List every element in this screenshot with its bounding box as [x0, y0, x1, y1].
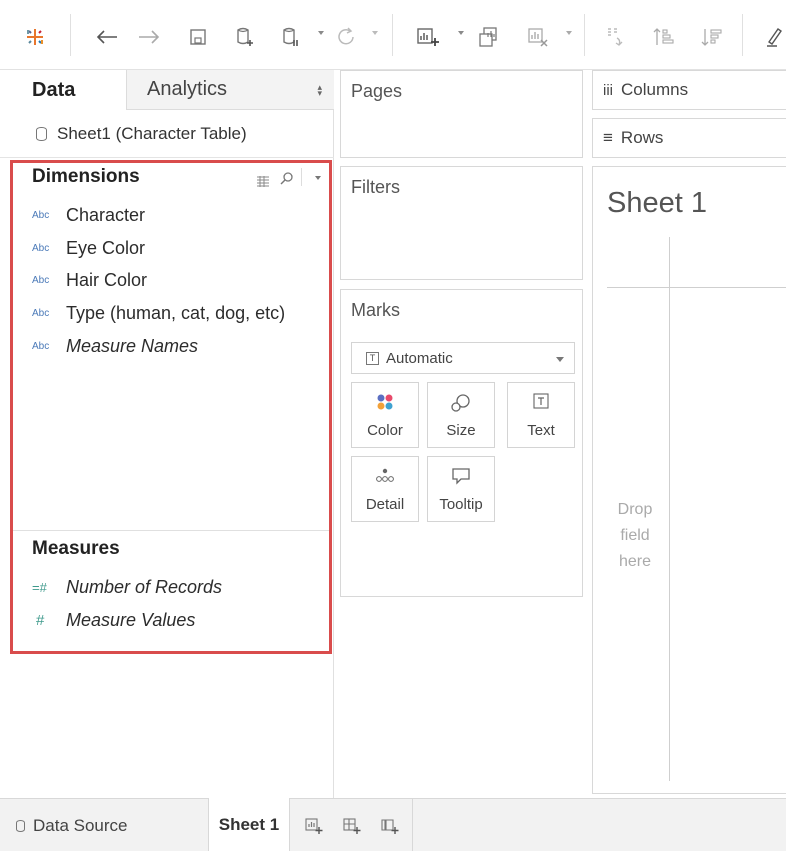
columns-shelf[interactable]: iii Columns	[592, 70, 786, 110]
duplicate-sheet-icon[interactable]	[476, 24, 500, 50]
database-icon	[16, 819, 25, 832]
string-type-icon: Abc	[32, 340, 50, 352]
filters-title: Filters	[351, 177, 400, 197]
dimension-field-character[interactable]: Abc Character	[32, 200, 145, 230]
section-divider	[13, 530, 329, 531]
database-icon	[36, 126, 47, 141]
new-datasource-icon[interactable]	[234, 24, 256, 50]
back-arrow-icon[interactable]	[94, 24, 120, 50]
chevron-down-icon	[556, 357, 564, 362]
tableau-logo-icon[interactable]	[24, 24, 46, 50]
updown-arrows-icon[interactable]: ▴ ▾	[317, 83, 322, 98]
tab-analytics-label: Analytics	[147, 78, 228, 100]
swap-icon[interactable]	[604, 24, 626, 50]
toolbar	[0, 0, 786, 70]
column-axis-line	[607, 287, 786, 288]
dimension-field-eye-color[interactable]: Abc Eye Color	[32, 233, 145, 263]
size-label: Size	[446, 422, 476, 439]
view-canvas[interactable]: Sheet 1 Drop field here	[592, 166, 786, 794]
tab-data[interactable]: Data	[0, 70, 126, 110]
string-type-icon: Abc	[32, 209, 50, 221]
sheet-tab-label: Sheet 1	[218, 815, 280, 834]
field-label: Hair Color	[66, 269, 148, 290]
text-mark-icon: T	[366, 351, 379, 365]
size-mark-button[interactable]: Size	[427, 382, 495, 448]
dimension-field-hair-color[interactable]: Abc Hair Color	[32, 265, 147, 295]
measures-title: Measures	[32, 538, 120, 559]
new-worksheet-icon[interactable]	[416, 24, 440, 50]
measure-field-measure-values[interactable]: # Measure Values	[32, 605, 195, 635]
row-axis-line	[669, 237, 670, 781]
sort-ascending-icon[interactable]	[652, 24, 674, 50]
field-label: Character	[66, 204, 146, 225]
tooltip-label: Tooltip	[439, 496, 483, 513]
rows-icon: ≡	[603, 128, 613, 147]
datasource-item[interactable]: Sheet1 (Character Table)	[0, 110, 334, 158]
field-label: Type (human, cat, dog, etc)	[66, 302, 286, 323]
field-label: Eye Color	[66, 237, 146, 258]
highlight-icon[interactable]	[764, 24, 784, 50]
tab-analytics[interactable]: Analytics ▴ ▾	[126, 70, 334, 110]
tooltip-mark-button[interactable]: Tooltip	[427, 456, 495, 522]
drop-field-here-zone[interactable]: Drop field here	[607, 497, 663, 575]
text-icon	[508, 393, 574, 409]
number-type-icon: #	[36, 611, 45, 629]
marks-title: Marks	[351, 300, 400, 320]
drop-text-line: Drop	[617, 501, 653, 518]
drop-text-line: here	[618, 553, 652, 570]
sort-descending-icon[interactable]	[700, 24, 722, 50]
field-label: Number of Records	[66, 576, 223, 597]
dimension-field-measure-names[interactable]: Abc Measure Names	[32, 331, 198, 361]
forward-arrow-icon[interactable]	[136, 24, 162, 50]
tab-data-label: Data	[32, 78, 76, 101]
field-label: Measure Names	[66, 335, 199, 356]
search-icon[interactable]	[280, 170, 294, 190]
mark-type-dropdown[interactable]: T Automatic	[351, 342, 575, 374]
calculated-number-icon: =#	[32, 579, 47, 595]
data-source-tab[interactable]: Data Source	[0, 799, 208, 851]
mark-type-value: Automatic	[386, 349, 453, 367]
new-worksheet-icon[interactable]	[304, 816, 324, 836]
pause-updates-icon[interactable]	[280, 24, 302, 50]
refresh-icon[interactable]	[334, 24, 358, 50]
detail-label: Detail	[365, 496, 405, 513]
color-icon	[352, 393, 418, 411]
color-label: Color	[367, 422, 403, 439]
size-icon	[428, 393, 494, 413]
clear-sheet-icon[interactable]	[526, 24, 550, 50]
save-icon[interactable]	[188, 24, 208, 50]
dimension-field-type[interactable]: Abc Type (human, cat, dog, etc)	[32, 298, 285, 328]
field-label: Measure Values	[66, 609, 196, 630]
sheet-tabs-bar: Data Source Sheet 1	[0, 798, 786, 851]
text-mark-button[interactable]: Text	[507, 382, 575, 448]
color-mark-button[interactable]: Color	[351, 382, 419, 448]
dimensions-title: Dimensions	[32, 166, 140, 187]
string-type-icon: Abc	[32, 274, 50, 286]
dimensions-menu-caret-icon[interactable]	[315, 176, 321, 180]
pages-title: Pages	[351, 81, 403, 101]
string-type-icon: Abc	[32, 307, 50, 319]
columns-label: Columns	[621, 80, 689, 99]
drop-text-line: field	[620, 527, 650, 544]
grid-view-icon[interactable]	[256, 172, 270, 192]
new-story-icon[interactable]	[380, 816, 400, 836]
rows-shelf[interactable]: ≡ Rows	[592, 118, 786, 158]
text-label: Text	[527, 422, 555, 439]
string-type-icon: Abc	[32, 242, 50, 254]
pages-shelf[interactable]: Pages	[340, 70, 583, 158]
columns-icon: iii	[603, 81, 613, 99]
filters-shelf[interactable]: Filters	[340, 166, 583, 280]
new-dashboard-icon[interactable]	[342, 816, 362, 836]
detail-mark-button[interactable]: Detail	[351, 456, 419, 522]
measure-field-number-of-records[interactable]: =# Number of Records	[32, 572, 222, 602]
rows-label: Rows	[620, 128, 664, 147]
sheet-title[interactable]: Sheet 1	[607, 187, 707, 220]
marks-card: Marks T Automatic Color Size Text Detail…	[340, 289, 583, 597]
tooltip-icon	[428, 467, 494, 485]
data-source-tab-label: Data Source	[33, 815, 128, 835]
sheet1-tab[interactable]: Sheet 1	[208, 798, 290, 851]
detail-icon	[352, 467, 418, 485]
datasource-label: Sheet1 (Character Table)	[57, 123, 247, 143]
